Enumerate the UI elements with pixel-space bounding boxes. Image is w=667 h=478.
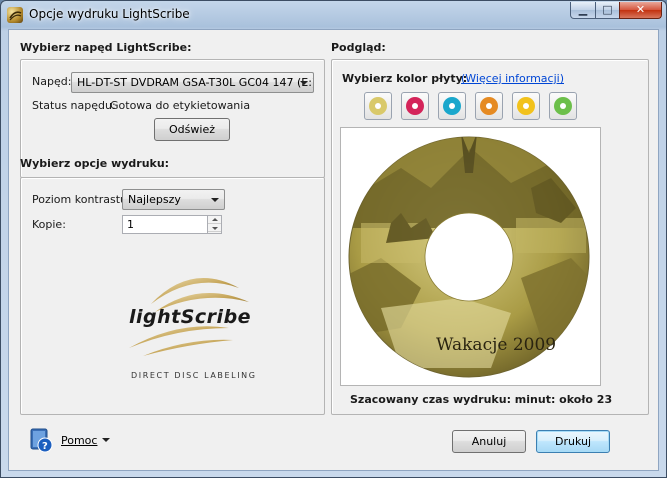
print-button[interactable]: Drukuj — [536, 430, 610, 453]
lightscribe-app-icon — [7, 7, 23, 23]
contrast-label: Poziom kontrastu: — [32, 193, 131, 206]
disc-color-ring — [369, 97, 387, 115]
disc-color-swatch-3[interactable] — [438, 92, 466, 120]
drive-label: Napęd: — [32, 75, 72, 88]
title-bar[interactable]: Opcje wydruku LightScribe ▁ □ ✕ — [1, 1, 666, 29]
chevron-down-icon — [300, 81, 308, 85]
print-time-estimate: Szacowany czas wydruku: minut: około 23 — [350, 393, 613, 406]
disc-color-ring — [480, 97, 498, 115]
disc-color-swatch-6[interactable] — [549, 92, 577, 120]
close-icon: ✕ — [635, 3, 646, 16]
preview-title: Podgląd: — [331, 41, 386, 54]
drive-section-title: Wybierz napęd LightScribe: — [20, 41, 192, 54]
logo-tagline: DIRECT DISC LABELING — [131, 371, 257, 380]
dialog-body: Wybierz napęd LightScribe: Napęd: HL-DT-… — [8, 29, 659, 471]
more-info-link[interactable]: (Więcej informacji) — [461, 72, 564, 85]
drive-status-label: Status napędu: — [32, 99, 116, 112]
minimize-button[interactable]: ▁ — [570, 2, 596, 19]
print-options-groupbox: Poziom kontrastu: Najlepszy Kopie: 1 lig… — [20, 177, 325, 415]
maximize-button[interactable]: □ — [595, 2, 620, 19]
minimize-icon: ▁ — [578, 3, 588, 16]
disc-preview-frame: Wakacje 2009 — [340, 127, 601, 386]
cancel-button[interactable]: Anuluj — [452, 430, 526, 453]
disc-color-swatch-2[interactable] — [401, 92, 429, 120]
maximize-icon: □ — [602, 3, 613, 16]
disc-color-swatch-4[interactable] — [475, 92, 503, 120]
spin-up-icon[interactable] — [208, 216, 221, 224]
disc-color-ring — [406, 97, 424, 115]
disc-color-swatch-5[interactable] — [512, 92, 540, 120]
copies-spinner[interactable] — [208, 215, 222, 234]
window-title: Opcje wydruku LightScribe — [29, 7, 190, 21]
help-menu-button[interactable]: ? Pomoc — [29, 426, 119, 454]
drive-select-value: HL-DT-ST DVDRAM GSA-T30L GC04 147 (E:) — [77, 76, 314, 89]
chevron-down-icon — [211, 198, 219, 202]
disc-color-ring — [554, 97, 572, 115]
print-options-window: Opcje wydruku LightScribe ▁ □ ✕ Wybierz … — [0, 0, 667, 478]
disc-preview-image: Wakacje 2009 — [348, 136, 590, 378]
svg-text:?: ? — [42, 441, 48, 452]
help-label: Pomoc — [61, 434, 98, 447]
copies-input[interactable]: 1 — [122, 215, 208, 234]
refresh-button[interactable]: Odśwież — [154, 118, 230, 141]
drive-status-value: Gotowa do etykietowania — [110, 99, 251, 112]
lightscribe-logo: lightScribe DIRECT DISC LABELING — [121, 268, 271, 388]
help-book-icon: ? — [30, 428, 53, 453]
disc-color-swatch-1[interactable] — [364, 92, 392, 120]
copies-label: Kopie: — [32, 218, 66, 231]
disc-color-ring — [517, 97, 535, 115]
disc-color-ring — [443, 97, 461, 115]
contrast-select-value: Najlepszy — [128, 193, 181, 206]
close-button[interactable]: ✕ — [619, 2, 662, 19]
help-dropdown-icon — [102, 438, 110, 442]
disc-color-label: Wybierz kolor płyty: — [342, 72, 468, 85]
print-options-title: Wybierz opcje wydruku: — [20, 157, 170, 170]
contrast-select[interactable]: Najlepszy — [122, 189, 225, 210]
drive-select[interactable]: HL-DT-ST DVDRAM GSA-T30L GC04 147 (E:) — [71, 72, 314, 93]
logo-brand-text: lightScribe — [129, 306, 252, 328]
disc-caption-text: Wakacje 2009 — [436, 335, 556, 355]
spin-down-icon[interactable] — [208, 224, 221, 232]
